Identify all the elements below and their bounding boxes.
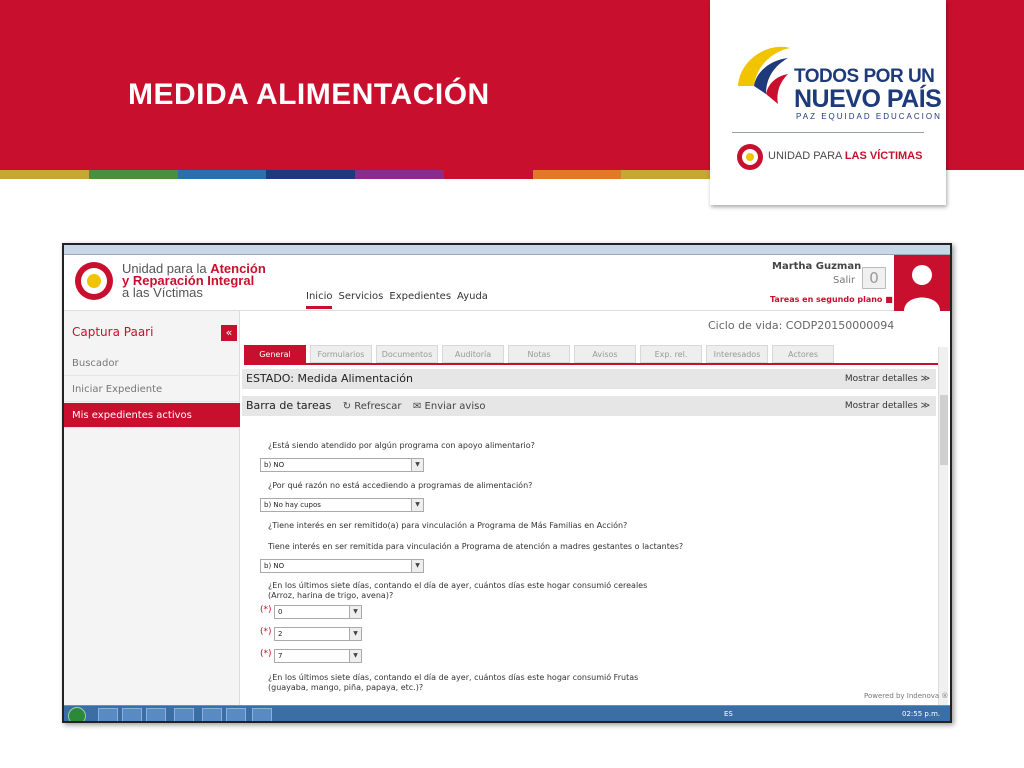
sidebar-item-iniciar-expediente[interactable]: Iniciar Expediente [64, 377, 240, 402]
powered-by: Powered by Indenova ® [864, 692, 949, 700]
sidebar-collapse-button[interactable]: « [221, 325, 237, 341]
content-vertical-scrollbar[interactable] [938, 347, 948, 707]
color-strip-segment [532, 170, 622, 179]
chevron-down-icon: ▼ [411, 499, 423, 511]
question-5: ¿En los últimos siete días, contando el … [268, 581, 648, 600]
taskbar-app-outlook[interactable] [174, 708, 194, 721]
color-strip-segment [266, 170, 355, 179]
tab-general[interactable]: General [244, 345, 306, 363]
org-seal-icon [75, 262, 113, 300]
browser-bar [64, 245, 950, 255]
user-silhouette-icon [904, 265, 940, 311]
show-details-link-2[interactable]: Mostrar detalles ≫ [845, 396, 930, 416]
app-screenshot: Unidad para la Atención y Reparación Int… [62, 243, 952, 723]
taskbar-app-ie[interactable] [98, 708, 118, 721]
tab-documentos[interactable]: Documentos [376, 345, 438, 363]
user-name: Martha Guzman [772, 261, 862, 272]
avatar[interactable] [894, 255, 950, 311]
answer-4-select[interactable]: b) NO ▼ [260, 559, 424, 573]
logo-divider [732, 132, 924, 133]
main-content: Ciclo de vida: CODP20150000094 General F… [242, 311, 950, 721]
chevron-down-icon: ▼ [411, 560, 423, 572]
taskbar-app-explorer[interactable] [226, 708, 246, 721]
nav-expedientes[interactable]: Expedientes [389, 291, 451, 309]
main-nav: Inicio Servicios Expedientes Ayuda [306, 291, 488, 309]
taskbar-app-powerpoint[interactable] [252, 708, 272, 721]
color-strip-segment [355, 170, 444, 179]
tasks-bar: Barra de tareas ↻ Refrescar ✉ Enviar avi… [242, 396, 936, 416]
color-strip-segment [0, 170, 89, 179]
chevron-down-icon: ▼ [411, 459, 423, 471]
refresh-button[interactable]: ↻ Refrescar [343, 401, 402, 412]
tab-formularios[interactable]: Formularios [310, 345, 372, 363]
answer-2-select[interactable]: b) No hay cupos ▼ [260, 498, 424, 512]
color-strip-segment [443, 170, 533, 179]
required-mark: (*) [260, 649, 272, 659]
cereal-days-select-3[interactable]: 7 ▼ [274, 649, 362, 663]
status-bar: ESTADO: Medida Alimentación Mostrar deta… [242, 369, 936, 389]
sidebar: Captura Paari « Buscador Iniciar Expedie… [64, 311, 240, 721]
chevron-down-icon: ▼ [349, 628, 361, 640]
logo-line2: NUEVO PAÍS [794, 85, 942, 113]
notification-count[interactable]: 0 [862, 267, 886, 289]
nav-ayuda[interactable]: Ayuda [457, 291, 488, 309]
taskbar-app-media[interactable] [122, 708, 142, 721]
tab-underline [244, 363, 938, 365]
color-strip-segment [621, 170, 710, 179]
refresh-icon: ↻ [342, 401, 352, 412]
taskbar-app-folder[interactable] [146, 708, 166, 721]
show-details-link[interactable]: Mostrar detalles ≫ [845, 369, 930, 389]
scroll-thumb[interactable] [940, 395, 948, 465]
question-4: Tiene interés en ser remitida para vincu… [268, 542, 684, 551]
slide-title: MEDIDA ALIMENTACIÓN [128, 78, 490, 111]
logo-line3: PAZ EQUIDAD EDUCACION [796, 112, 942, 121]
question-2: ¿Por qué razón no está accediendo a prog… [268, 481, 533, 490]
sidebar-item-buscador[interactable]: Buscador [64, 351, 240, 376]
answer-1-select[interactable]: b) NO ▼ [260, 458, 424, 472]
chevron-down-icon: ▼ [349, 606, 361, 618]
required-mark: (*) [260, 627, 272, 637]
logo-card: TODOS POR UN NUEVO PAÍS PAZ EQUIDAD EDUC… [710, 0, 946, 205]
unit-logo-text: UNIDAD PARA LAS VÍCTIMAS [768, 150, 923, 162]
question-3: ¿Tiene interés en ser remitido(a) para v… [268, 521, 628, 530]
send-notice-button[interactable]: ✉ Enviar aviso [413, 401, 486, 412]
start-button[interactable] [68, 707, 86, 721]
tab-avisos[interactable]: Avisos [574, 345, 636, 363]
nav-inicio[interactable]: Inicio [306, 291, 333, 309]
windows-taskbar: ES 02:55 p.m. [64, 705, 950, 721]
color-strip [0, 170, 710, 179]
color-strip-segment [177, 170, 267, 179]
logout-link[interactable]: Salir [833, 275, 855, 286]
tab-exp-rel[interactable]: Exp. rel. [640, 345, 702, 363]
send-icon: ✉ [412, 401, 422, 412]
coat-of-arms-icon [737, 144, 763, 170]
sidebar-item-mis-expedientes[interactable]: Mis expedientes activos [64, 403, 240, 428]
color-strip-segment [88, 170, 178, 179]
lifecycle-label: Ciclo de vida: CODP20150000094 [708, 319, 895, 332]
taskbar-app-excel[interactable] [202, 708, 222, 721]
question-6: ¿En los últimos siete días, contando el … [268, 673, 639, 692]
tab-actores[interactable]: Actores [772, 345, 834, 363]
cereal-days-select-1[interactable]: 0 ▼ [274, 605, 362, 619]
tab-interesados[interactable]: Interesados [706, 345, 768, 363]
tray-language[interactable]: ES [724, 710, 733, 718]
nav-servicios[interactable]: Servicios [338, 291, 383, 309]
org-name: Unidad para la Atención y Reparación Int… [122, 261, 266, 300]
question-1: ¿Está siendo atendido por algún programa… [268, 441, 535, 450]
tab-bar: General Formularios Documentos Auditoría… [244, 345, 834, 363]
chevron-down-icon: ▼ [349, 650, 361, 662]
sidebar-title: Captura Paari [72, 325, 154, 339]
tab-notas[interactable]: Notas [508, 345, 570, 363]
app-header: Unidad para la Atención y Reparación Int… [64, 255, 950, 311]
tab-auditoria[interactable]: Auditoría [442, 345, 504, 363]
cereal-days-select-2[interactable]: 2 ▼ [274, 627, 362, 641]
background-tasks-link[interactable]: Tareas en segundo plano ■ [770, 295, 893, 304]
taskbar-clock[interactable]: 02:55 p.m. [902, 710, 940, 718]
required-mark: (*) [260, 605, 272, 615]
